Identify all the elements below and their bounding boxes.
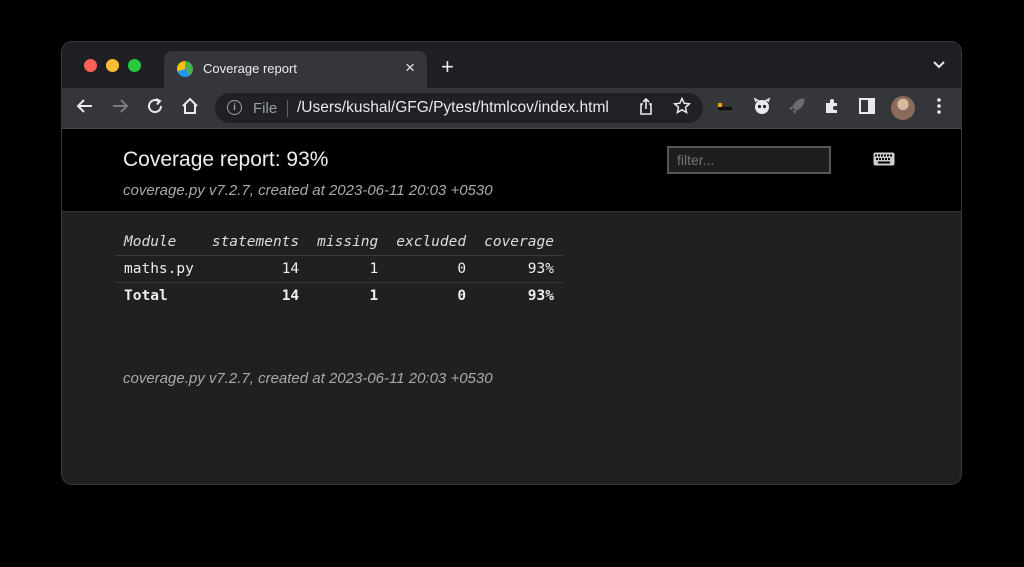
forward-arrow-icon	[113, 99, 129, 113]
keyboard-icon	[873, 152, 895, 166]
browser-toolbar: i File /Users/kushal/GFG/Pytest/htmlcov/…	[62, 88, 961, 129]
avatar[interactable]	[891, 96, 915, 120]
zoom-window-button[interactable]	[128, 59, 141, 72]
excluded-cell: 0	[387, 255, 476, 283]
forward-button[interactable]	[109, 97, 131, 120]
back-arrow-icon	[76, 99, 92, 113]
total-coverage-cell: 93%	[527, 288, 554, 304]
chevron-down-icon	[933, 61, 945, 69]
tab-strip: Coverage report × +	[62, 42, 961, 88]
total-statements-cell: 14	[281, 288, 300, 304]
column-header-module[interactable]: Module	[115, 230, 203, 256]
extension-button-2[interactable]	[751, 97, 773, 120]
url-scheme-label: File	[253, 100, 278, 117]
home-button[interactable]	[179, 97, 201, 120]
filter-input[interactable]	[667, 146, 831, 174]
keyboard-shortcuts-button[interactable]	[873, 151, 895, 169]
new-tab-button[interactable]: +	[441, 56, 454, 78]
total-excluded-cell: 0	[457, 288, 467, 304]
extension-button-1[interactable]	[714, 97, 736, 120]
report-header: Coverage report: 93% coverage.py v7.2.7,…	[62, 129, 961, 212]
close-window-button[interactable]	[84, 59, 97, 72]
back-button[interactable]	[74, 97, 96, 120]
total-row: Total 14 1 0 93%	[115, 283, 563, 310]
page-subtitle: coverage.py v7.2.7, created at 2023-06-1…	[123, 182, 493, 199]
reload-button[interactable]	[144, 97, 166, 120]
column-header-coverage[interactable]: coverage	[475, 230, 563, 256]
missing-cell: 1	[308, 255, 388, 283]
extension-icon-1	[716, 103, 734, 112]
sidepanel-icon	[859, 98, 875, 114]
rocket-extension-icon	[789, 98, 805, 114]
module-link[interactable]: maths.py	[115, 255, 203, 283]
tab-search-button[interactable]	[933, 58, 945, 72]
url-text[interactable]: /Users/kushal/GFG/Pytest/htmlcov/index.h…	[297, 99, 609, 117]
column-header-excluded[interactable]: excluded	[387, 230, 475, 256]
rocket-extension-button[interactable]	[786, 97, 808, 120]
table-row[interactable]: maths.py 14 1 0 93%	[115, 255, 563, 283]
page-title: Coverage report: 93%	[123, 148, 329, 171]
favicon-icon	[177, 61, 193, 77]
star-icon	[672, 96, 692, 115]
extension-icon-2	[753, 97, 771, 114]
divider	[287, 100, 288, 117]
share-button[interactable]	[639, 97, 653, 119]
extensions-button[interactable]	[821, 97, 843, 120]
puzzle-extensions-icon	[826, 99, 837, 113]
share-icon	[640, 97, 652, 115]
bookmark-button[interactable]	[672, 96, 692, 120]
kebab-menu-icon	[937, 98, 941, 114]
column-header-statements[interactable]: statements	[203, 230, 308, 256]
tab-close-button[interactable]: ×	[405, 58, 415, 78]
column-header-missing[interactable]: missing	[308, 230, 387, 256]
address-bar[interactable]: i File /Users/kushal/GFG/Pytest/htmlcov/…	[215, 93, 703, 123]
browser-menu-button[interactable]	[928, 97, 950, 120]
minimize-window-button[interactable]	[106, 59, 119, 72]
statements-cell: 14	[202, 255, 309, 283]
info-icon[interactable]: i	[227, 100, 242, 115]
total-label: Total	[124, 288, 168, 304]
total-missing-cell: 1	[369, 288, 379, 304]
page-content: Coverage report: 93% coverage.py v7.2.7,…	[62, 129, 961, 484]
side-panel-button[interactable]	[856, 97, 878, 120]
browser-window: Coverage report × + i File /Users/kushal…	[62, 42, 961, 484]
coverage-table: Module statements missing excluded cover…	[115, 230, 563, 309]
table-header-row: Module statements missing excluded cover…	[115, 230, 563, 256]
home-icon	[182, 97, 198, 114]
page-footer: coverage.py v7.2.7, created at 2023-06-1…	[123, 370, 493, 387]
coverage-cell: 93%	[475, 255, 563, 283]
tab-coverage-report[interactable]: Coverage report ×	[164, 51, 427, 88]
reload-icon	[148, 98, 163, 114]
tab-title: Coverage report	[203, 61, 297, 76]
